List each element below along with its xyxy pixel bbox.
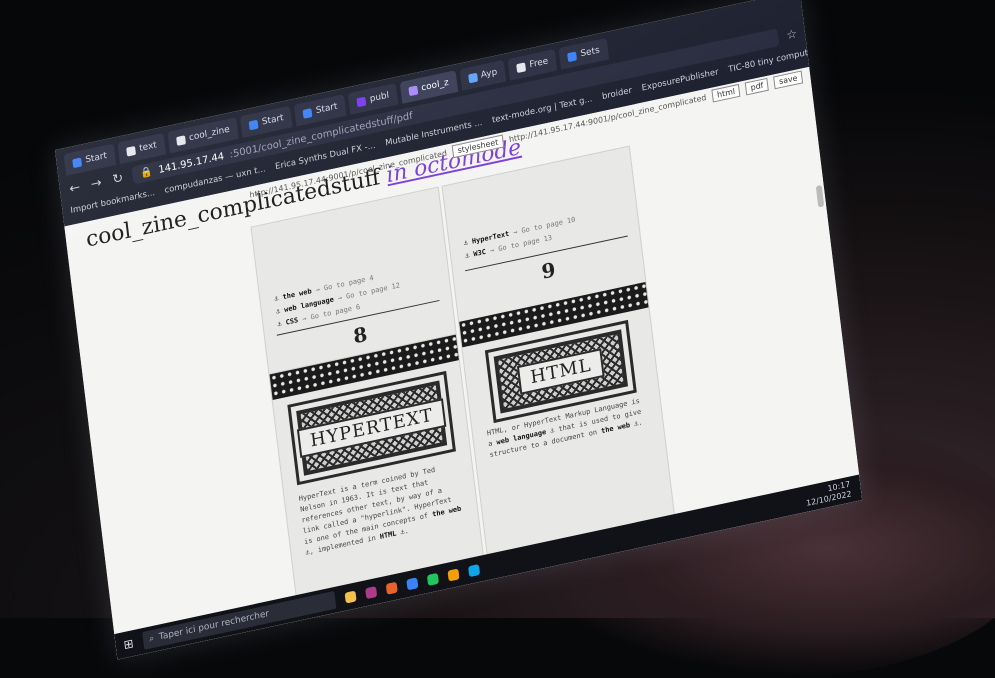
hypertext-frame: HYPERTEXT [287,368,456,488]
tab-label: Start [315,101,339,117]
tab-label: Sets [579,45,601,60]
tab-favicon-icon [126,145,136,157]
hypertext-text-mid: of [419,511,429,522]
tab-favicon-icon [248,119,259,130]
tab-label: Start [261,113,285,128]
html-label: HTML [516,348,605,395]
hypertext-label: HYPERTEXT [296,398,447,458]
app-m-icon[interactable] [365,585,378,599]
file-explorer-icon[interactable] [344,590,357,604]
tab-label: text [138,140,158,154]
tab-favicon-icon [408,85,419,96]
tab-favicon-icon [516,61,527,73]
tab-favicon-icon [467,72,478,83]
tab-favicon-icon [567,50,578,62]
search-icon: ⌕ [148,633,155,645]
html-frame: HTML [485,317,637,426]
tab-favicon-icon [175,134,186,146]
bookmark-item[interactable]: broider [602,86,633,102]
back-icon[interactable]: ← [67,179,83,197]
pdf-button[interactable]: pdf [744,77,770,96]
zine-link-term: CSS [285,316,299,327]
chrome-icon[interactable] [447,567,460,582]
save-button[interactable]: save [773,70,804,90]
tab-label: Ayp [480,67,498,81]
app-green-icon[interactable] [426,572,439,586]
tab-label: publ [369,90,390,105]
hypertext-text-start: HyperText is a term coined by Ted Nelson… [298,465,453,547]
tab-favicon-icon [72,157,83,168]
forward-icon[interactable]: → [89,175,105,193]
vscode-icon[interactable] [468,563,481,577]
hypertext-paragraph: HyperText is a term coined by Ted Nelson… [298,465,462,557]
lock-icon: 🔒 [139,165,154,180]
reload-icon[interactable]: ↻ [110,170,126,188]
html-button[interactable]: html [711,83,741,103]
app-blue-icon[interactable] [406,576,419,590]
firefox-icon[interactable] [385,581,398,595]
tab-label: Start [84,151,108,166]
tab-favicon-icon [302,107,313,119]
bookmark-star-icon[interactable]: ☆ [786,26,798,42]
tab-label: cool_zine [188,124,231,144]
windows-start-icon[interactable]: ⊞ [123,636,135,652]
page-scrollbar[interactable] [815,184,825,208]
hypertext-link-html[interactable]: HTML [379,530,396,541]
zine-link-term: W3C [473,247,487,259]
tab-favicon-icon [356,96,367,107]
tab-label: cool_z [420,77,450,94]
tab-label: Free [528,56,549,71]
